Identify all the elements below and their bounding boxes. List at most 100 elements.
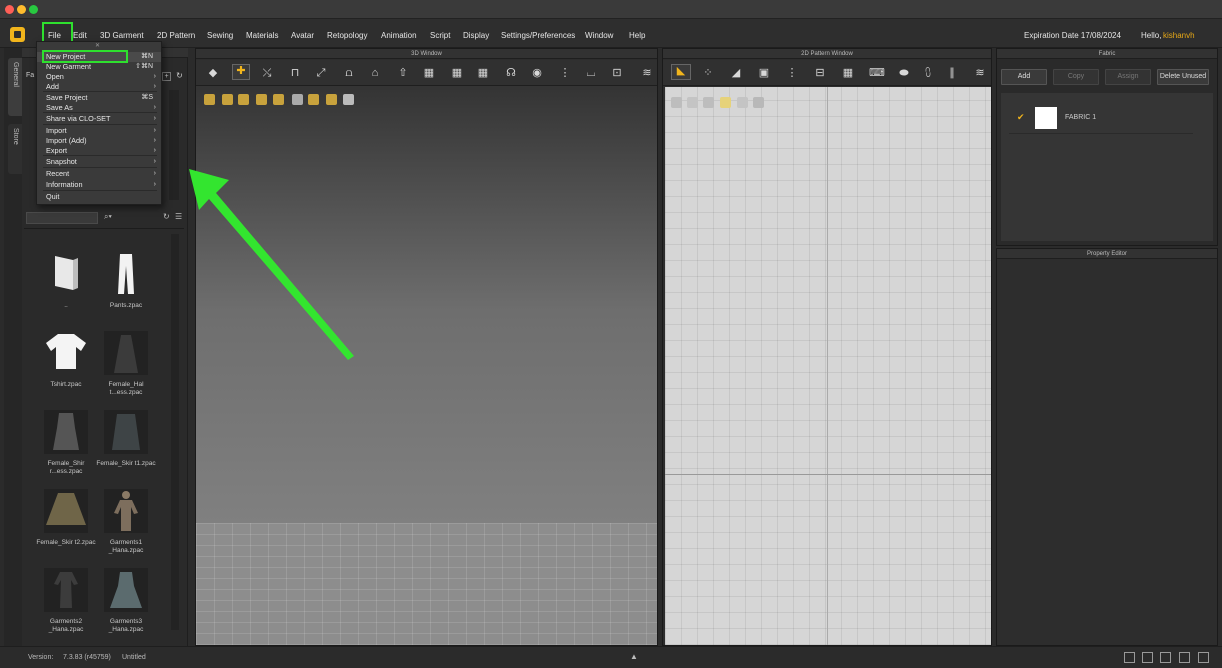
grid2-tool-icon[interactable]: ▦	[450, 67, 464, 79]
2d-display-icon[interactable]	[720, 97, 731, 108]
layout-single-icon[interactable]	[1124, 652, 1135, 663]
fold-tool-icon[interactable]: ⊓	[288, 67, 302, 79]
polygon-tool-icon[interactable]: ◢	[729, 67, 743, 79]
expand-toolbar-icon[interactable]: ≋	[973, 67, 987, 79]
camera-display-icon[interactable]	[292, 94, 303, 105]
username[interactable]: kishanvh	[1163, 31, 1195, 40]
add-icon[interactable]: +	[162, 72, 171, 81]
layout-quad-icon[interactable]	[1160, 652, 1171, 663]
2d-display-icon[interactable]	[737, 97, 748, 108]
grid3-tool-icon[interactable]: ▦	[476, 67, 490, 79]
search-icon[interactable]: ⌕▾	[104, 212, 112, 222]
menu-item-import[interactable]: Import ›	[37, 126, 161, 136]
menu-tearoff-icon[interactable]: ✕	[95, 42, 100, 49]
fabric-list-item[interactable]: ✔ FABRIC 1	[1001, 105, 1193, 131]
menu-item-snapshot[interactable]: Snapshot ›	[37, 157, 161, 167]
menu-item-import-add[interactable]: Import (Add) ›	[37, 136, 161, 146]
menu-window[interactable]: Window	[585, 31, 613, 40]
export-display-icon[interactable]	[343, 94, 354, 105]
menu-item-information[interactable]: Information ›	[37, 180, 161, 190]
library-item-garments2-hana[interactable]: Garments2 _Hana.zpac	[36, 568, 96, 634]
garment-display-icon[interactable]	[222, 94, 233, 105]
library-item-garments1-hana[interactable]: Garments1 _Hana.zpac	[96, 489, 156, 555]
select-move-tool-icon[interactable]: ◆	[206, 67, 220, 79]
tab-store[interactable]: Store	[8, 124, 22, 174]
avatar-tool-icon[interactable]: ☊	[504, 67, 518, 79]
fitting-tool-icon[interactable]: ⌂	[368, 67, 382, 79]
expand-panel-icon[interactable]: ▲	[630, 652, 638, 661]
add-fabric-button[interactable]: Add	[1001, 69, 1047, 85]
menu-item-share-via-clo-set[interactable]: Share via CLO-SET ›	[37, 114, 161, 124]
2d-pattern-window[interactable]: 2D Pattern Window ◣ ⁘ ◢ ▣ ⋮ ⊟ ▦ ⌨ ⬬ ⩇ ∥ …	[662, 48, 992, 646]
library-item-tshirt[interactable]: Tshirt.zpac	[36, 331, 96, 389]
library-item-pants[interactable]: Pants.zpac	[96, 252, 156, 310]
tree-scrollbar[interactable]	[169, 90, 179, 200]
2d-pattern-grid[interactable]	[665, 87, 991, 645]
fold-tool-icon[interactable]: ⬬	[897, 67, 911, 79]
library-item-female-skirt2[interactable]: Female_Skir t2.zpac	[36, 489, 96, 547]
sewing-tool-icon[interactable]: ⩇	[921, 67, 935, 79]
fabric-display-icon[interactable]	[273, 94, 284, 105]
menu-item-save-project[interactable]: Save Project ⌘S	[37, 93, 161, 103]
refresh-icon[interactable]: ↻	[175, 72, 184, 81]
iron-tool-icon[interactable]: ⌴	[584, 67, 598, 79]
avatar-display-icon[interactable]	[256, 94, 267, 105]
menu-animation[interactable]: Animation	[381, 31, 417, 40]
copy-fabric-button[interactable]: Copy	[1053, 69, 1099, 85]
sun-display-icon[interactable]	[326, 94, 337, 105]
delete-unused-button[interactable]: Delete Unused	[1157, 69, 1209, 85]
2d-display-icon[interactable]	[687, 97, 698, 108]
menu-edit[interactable]: Edit	[73, 31, 87, 40]
grid-tool-icon[interactable]: ▦	[841, 67, 855, 79]
measure-tool-icon[interactable]: ⤢	[314, 67, 328, 79]
texture-display-icon[interactable]	[238, 94, 249, 105]
pin-tool-icon[interactable]: ⤯	[260, 67, 274, 79]
menu-sewing[interactable]: Sewing	[207, 31, 233, 40]
minimize-window-button[interactable]	[17, 5, 26, 14]
menu-item-new-garment[interactable]: New Garment ⇧⌘N	[37, 62, 161, 72]
close-window-button[interactable]	[5, 5, 14, 14]
arrange-tool-icon[interactable]: ⇧	[396, 67, 410, 79]
menu-item-open[interactable]: Open ›	[37, 72, 161, 82]
layout-grid-icon[interactable]	[1179, 652, 1190, 663]
library-tab-label[interactable]: Fa	[26, 72, 34, 79]
rectangle-tool-icon[interactable]: ▣	[757, 67, 771, 79]
library-item-female-skirt1[interactable]: Female_Skir t1.zpac	[96, 410, 156, 468]
menu-display[interactable]: Display	[463, 31, 489, 40]
menu-3d-garment[interactable]: 3D Garment	[100, 31, 144, 40]
internal-line-tool-icon[interactable]: ⋮	[785, 67, 799, 79]
expand-toolbar-icon[interactable]: ≋	[640, 67, 654, 79]
clo-logo-icon[interactable]	[10, 27, 25, 42]
zip-tool-icon[interactable]: ⋮	[558, 67, 572, 79]
library-item-garments3-hana[interactable]: Garments3 _Hana.zpac	[96, 568, 156, 634]
menu-item-quit[interactable]: Quit	[37, 192, 161, 202]
iron-tool-icon[interactable]: ⌨	[869, 67, 885, 79]
menu-settings[interactable]: Settings/Preferences	[501, 31, 575, 40]
menu-item-recent[interactable]: Recent ›	[37, 169, 161, 179]
library-item-female-halter[interactable]: Female_Hal t...ess.zpac	[96, 331, 156, 397]
refresh-library-icon[interactable]: ↻	[163, 212, 170, 221]
menu-retopology[interactable]: Retopology	[327, 31, 367, 40]
transform-tool-icon[interactable]: ✚	[232, 64, 250, 80]
library-item-female-shirt-dress[interactable]: Female_Shir r...ess.zpac	[36, 410, 96, 476]
layout-custom-icon[interactable]	[1198, 652, 1209, 663]
light-display-icon[interactable]	[308, 94, 319, 105]
assign-fabric-button[interactable]: Assign	[1105, 69, 1151, 85]
tab-general[interactable]: General	[8, 58, 22, 116]
menu-avatar[interactable]: Avatar	[291, 31, 314, 40]
edit-point-tool-icon[interactable]: ⁘	[701, 67, 715, 79]
zoom-window-button[interactable]	[29, 5, 38, 14]
bars-tool-icon[interactable]: ∥	[945, 67, 959, 79]
grid-tool-icon[interactable]: ▦	[422, 67, 436, 79]
2d-display-icon[interactable]	[753, 97, 764, 108]
dart-tool-icon[interactable]: ⊟	[813, 67, 827, 79]
display-mode-icon[interactable]	[204, 94, 215, 105]
library-scrollbar[interactable]	[171, 234, 179, 630]
library-item-parent[interactable]: ..	[36, 252, 96, 310]
record-tool-icon[interactable]: ◉	[530, 67, 544, 79]
menu-script[interactable]: Script	[430, 31, 450, 40]
garment-tool-icon[interactable]: ⩍	[342, 67, 356, 79]
2d-display-icon[interactable]	[671, 97, 682, 108]
pattern-select-tool-icon[interactable]: ◣	[671, 64, 691, 80]
library-search-input[interactable]	[26, 212, 98, 224]
